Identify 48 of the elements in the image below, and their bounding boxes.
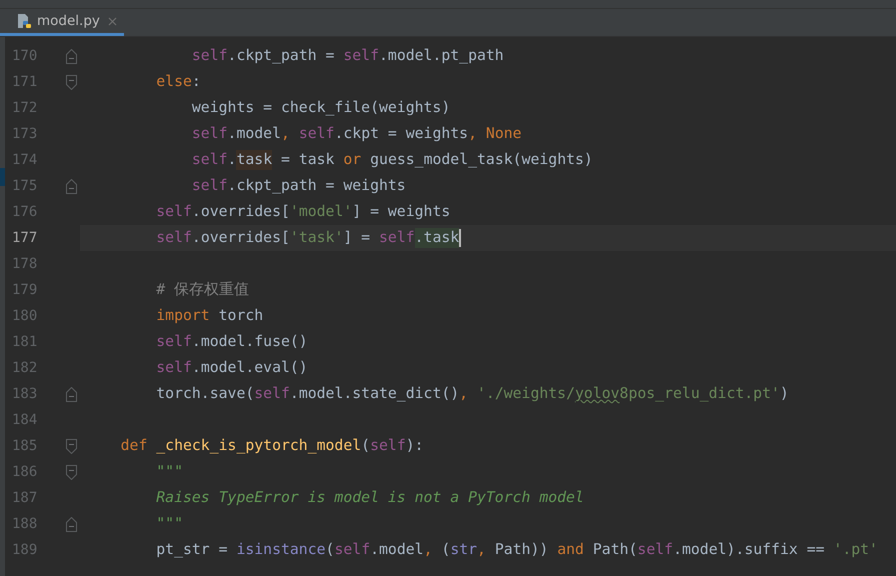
code-line: # 保存权重值 xyxy=(155,280,250,300)
line-number: 182 xyxy=(11,360,38,376)
fold-icon[interactable] xyxy=(66,516,76,532)
code-line: self.model, self.ckpt = weights, None xyxy=(190,124,522,144)
line-number: 172 xyxy=(11,100,38,116)
line-number: 179 xyxy=(11,282,38,298)
code-line: self.ckpt_path = self.model.pt_path xyxy=(190,46,504,66)
code-line: self.overrides['task'] = self.task xyxy=(155,228,461,248)
close-icon[interactable] xyxy=(108,16,117,26)
code-line: Raises TypeError is model is not a PyTorch model xyxy=(155,488,584,508)
line-number: 171 xyxy=(11,74,38,90)
code-line: weights = check_file(weights) xyxy=(190,98,450,118)
line-number: 170 xyxy=(11,48,38,64)
code-line: torch.save(self.model.state_dict(), './weights/yolov8pos_relu_dict.pt') xyxy=(155,384,789,404)
line-number: 178 xyxy=(11,256,38,272)
line-number: 177 xyxy=(11,230,38,246)
line-number: 176 xyxy=(11,204,38,220)
line-number: 183 xyxy=(11,386,38,402)
fold-icon[interactable] xyxy=(66,438,76,454)
change-marker xyxy=(0,168,5,186)
line-number: 186 xyxy=(11,464,38,480)
code-line: """ xyxy=(155,514,183,534)
fold-icon[interactable] xyxy=(66,464,76,480)
fold-icon[interactable] xyxy=(66,48,76,64)
line-number: 185 xyxy=(11,438,38,454)
code-line: """ xyxy=(155,462,183,482)
code-line: def _check_is_pytorch_model(self): xyxy=(120,436,424,456)
code-line: self.task = task or guess_model_task(weights) xyxy=(190,150,593,170)
fold-icon[interactable] xyxy=(66,74,76,90)
code-line: self.overrides['model'] = weights xyxy=(155,202,450,222)
line-number: 173 xyxy=(11,126,38,142)
line-number: 174 xyxy=(11,152,38,168)
line-number: 184 xyxy=(11,412,38,428)
line-number: 188 xyxy=(11,516,38,532)
line-number: 189 xyxy=(11,542,38,558)
python-file-icon xyxy=(16,13,32,29)
line-number: 181 xyxy=(11,334,38,350)
line-number: 187 xyxy=(11,490,38,506)
fold-icon[interactable] xyxy=(66,386,76,402)
code-line: self.model.fuse() xyxy=(155,332,308,352)
fold-icon[interactable] xyxy=(66,178,76,194)
line-number: 180 xyxy=(11,308,38,324)
line-number: 175 xyxy=(11,178,38,194)
code-line: self.model.eval() xyxy=(155,358,308,378)
code-line: self.ckpt_path = weights xyxy=(190,176,406,196)
code-line: else: xyxy=(155,72,201,92)
code-line: pt_str = isinstance(self.model, (str, Path)) and Path(self.model).suffix == '.pt' xyxy=(155,540,878,560)
code-line: import torch xyxy=(155,306,264,326)
